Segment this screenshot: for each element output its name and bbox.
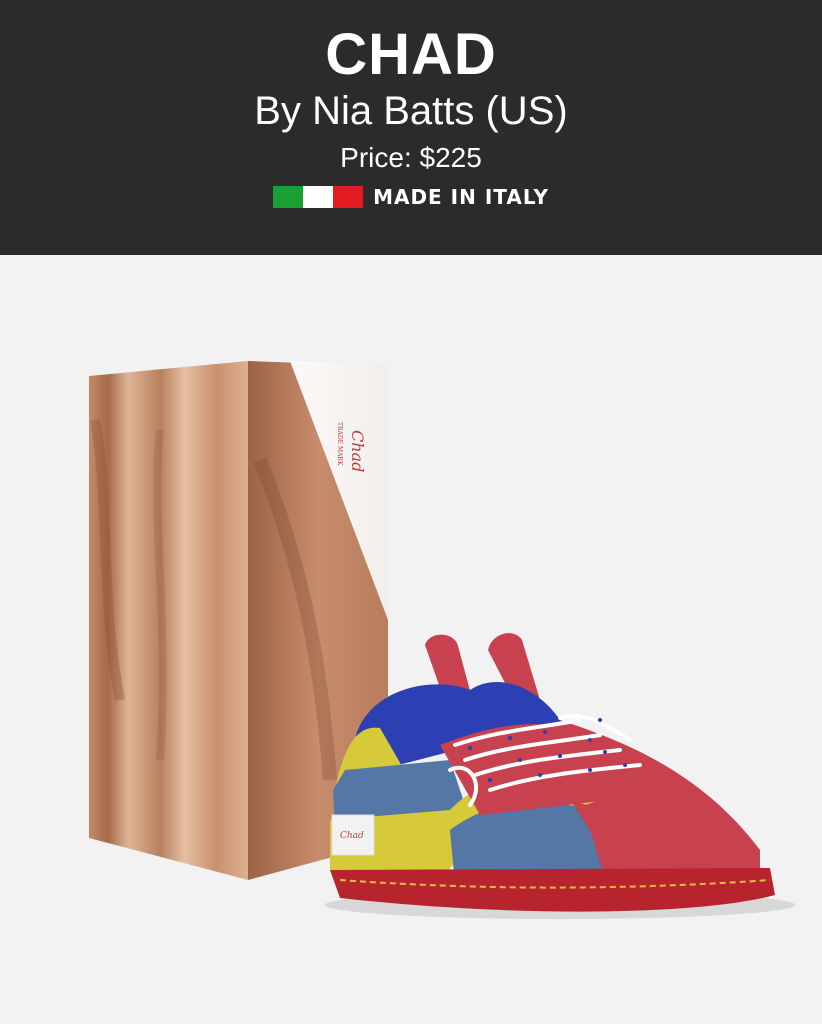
product-header: CHAD By Nia Batts (US) Price: $225 MADE … [0,0,822,255]
product-image: Chad TRADE MARK Chad [89,361,795,919]
svg-text:Chad: Chad [348,430,367,472]
product-page: CHAD By Nia Batts (US) Price: $225 MADE … [0,0,822,1024]
origin-badge: MADE IN ITALY [0,184,822,210]
designer-byline: By Nia Batts (US) [254,89,568,133]
sneaker-front: Chad [330,634,775,912]
italy-flag-icon [273,186,364,208]
svg-text:TRADE MARK: TRADE MARK [336,422,343,466]
origin-label: MADE IN ITALY [373,185,549,209]
product-price: Price: $225 [340,142,482,173]
box-logo: Chad TRADE MARK [336,422,367,472]
product-title: CHAD [325,22,497,87]
svg-text:Chad: Chad [340,831,364,841]
